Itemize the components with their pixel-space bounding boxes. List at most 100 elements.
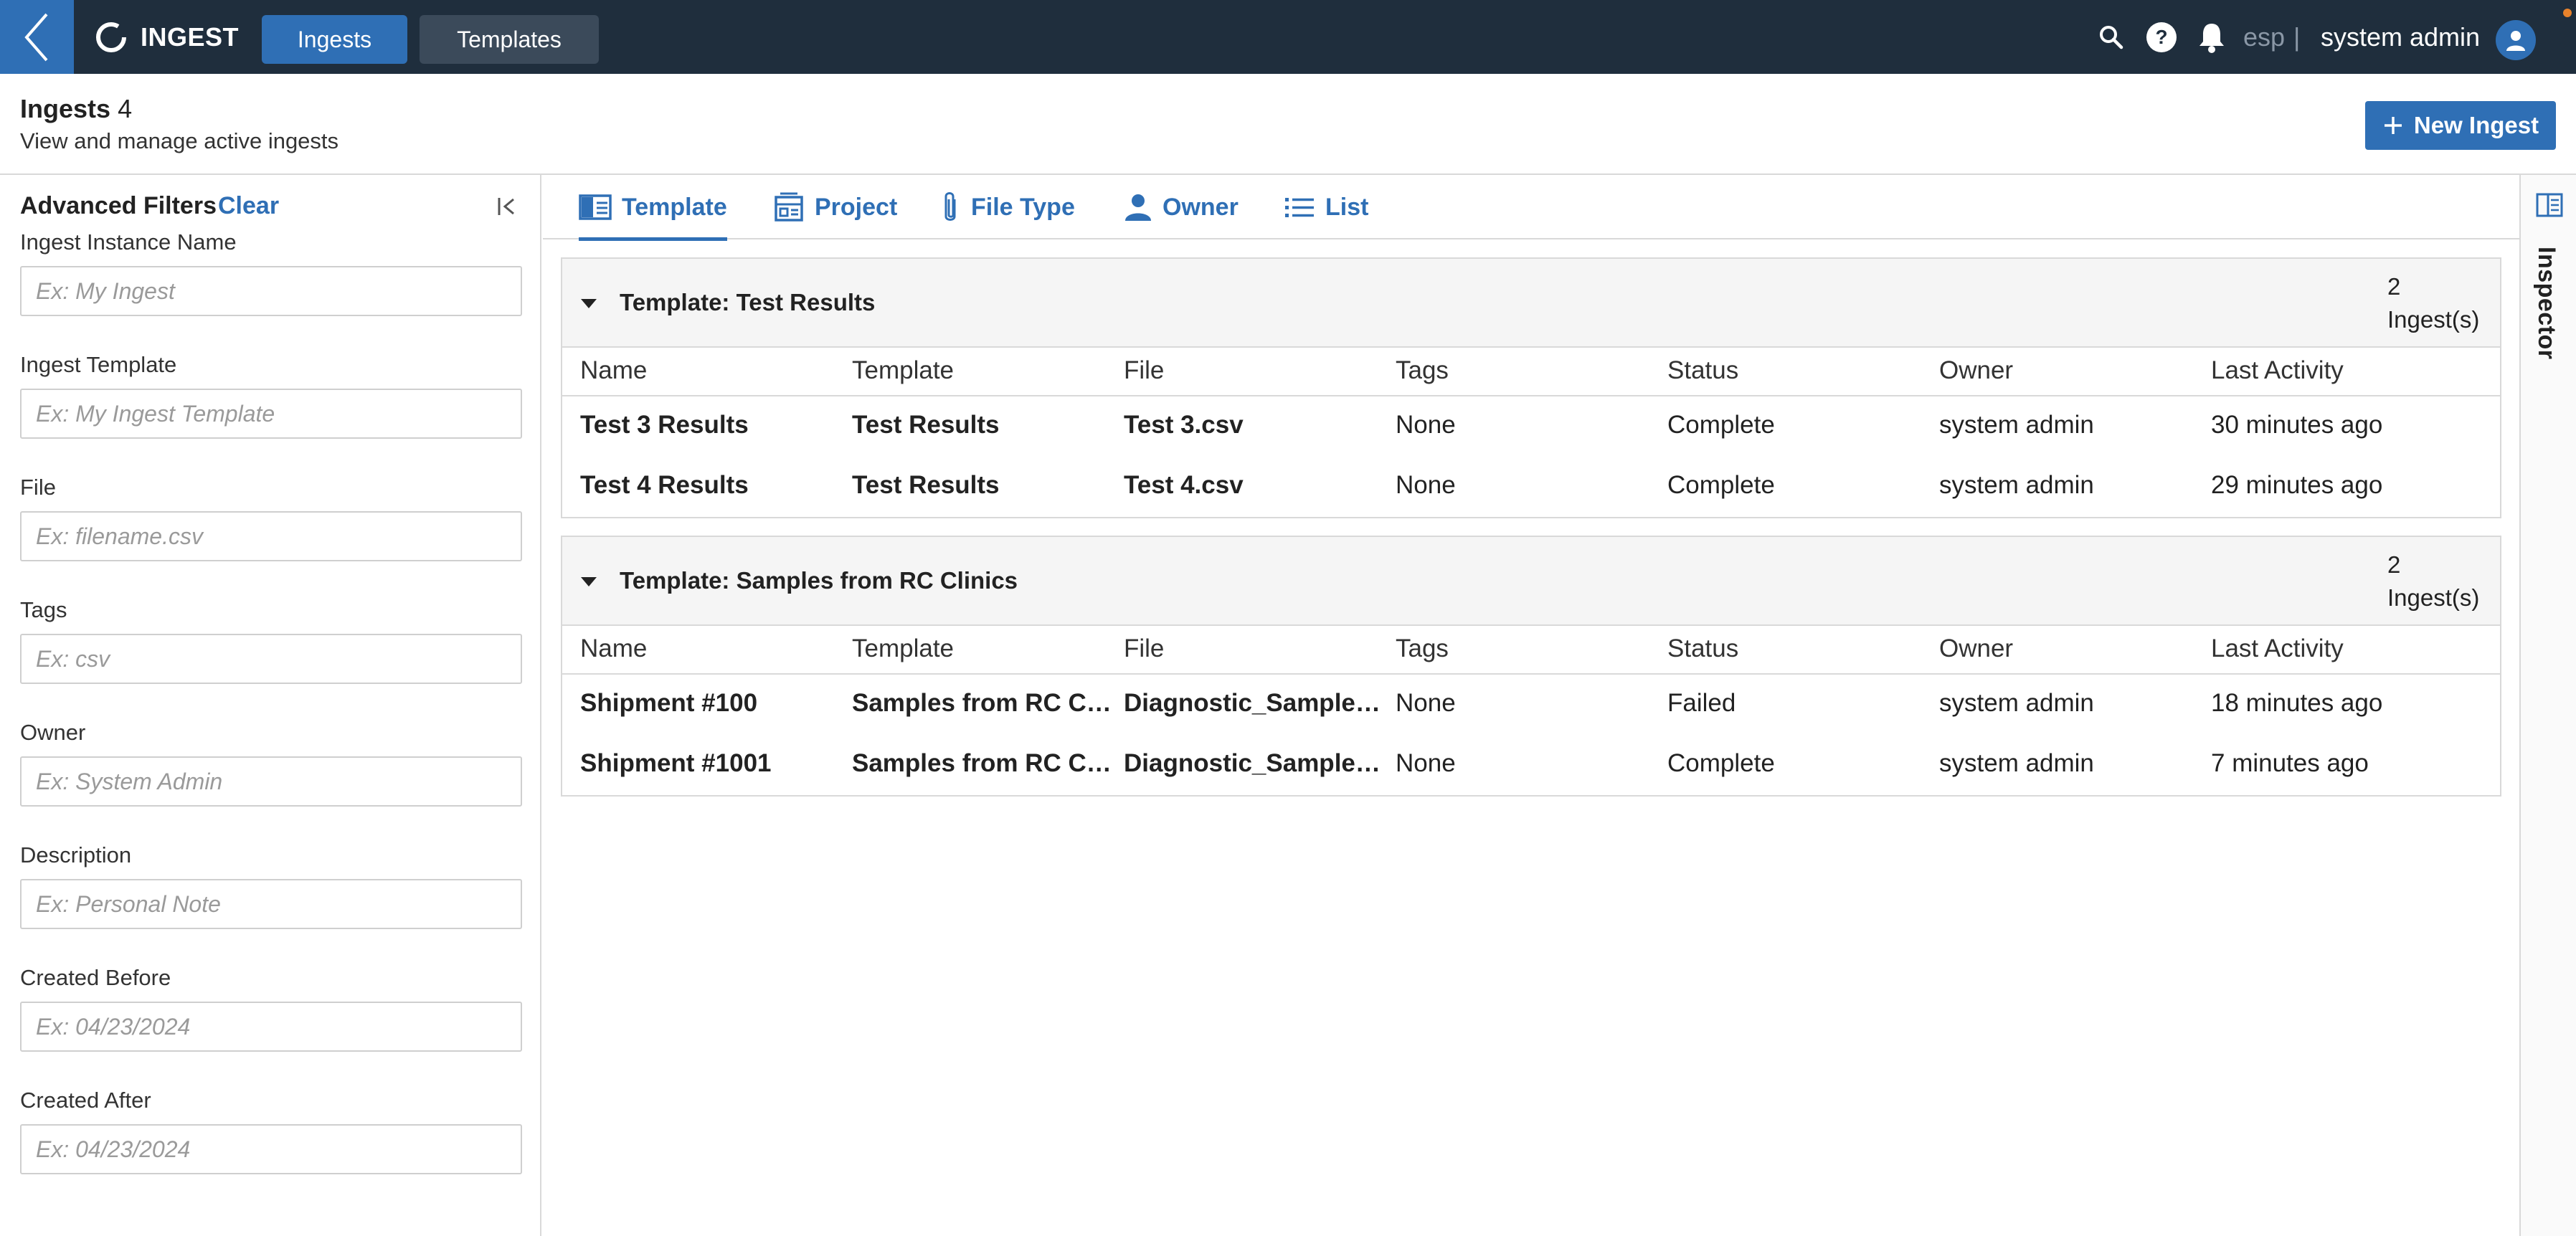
column-tags[interactable]: Tags — [1396, 356, 1449, 385]
column-file[interactable]: File — [1124, 356, 1164, 385]
tags-cell: None — [1396, 749, 1456, 777]
inspector-label[interactable]: Inspector — [2532, 247, 2560, 360]
table-row[interactable]: Shipment #100 Samples from RC Clinics Di… — [562, 675, 2500, 735]
column-tags[interactable]: Tags — [1396, 634, 1449, 663]
group-count-unit: Ingest(s) — [2387, 306, 2480, 333]
tab-owner[interactable]: Owner — [1124, 175, 1239, 239]
column-last-activity[interactable]: Last Activity — [2211, 634, 2344, 663]
owner-cell: system admin — [1939, 689, 2094, 717]
paperclip-icon — [944, 192, 956, 221]
table-row[interactable]: Test 4 Results Test Results Test 4.csv N… — [562, 457, 2500, 517]
last-activity-cell: 18 minutes ago — [2211, 689, 2383, 717]
page-header: Ingests 4 View and manage active ingests… — [0, 74, 2576, 175]
filter-label-description: Description — [20, 842, 132, 867]
page-subtitle: View and manage active ingests — [20, 128, 339, 153]
template-link[interactable]: Samples from RC Clinics — [852, 749, 1114, 778]
file-input[interactable] — [20, 511, 522, 561]
filter-label-file: File — [20, 475, 56, 500]
file-link[interactable]: Test 4.csv — [1124, 471, 1386, 500]
tab-template[interactable]: Template — [579, 175, 727, 241]
collapse-panel-icon[interactable] — [495, 194, 521, 219]
template-link[interactable]: Test Results — [852, 471, 1114, 500]
template-icon — [579, 194, 612, 220]
template-link[interactable]: Samples from RC Clinics — [852, 689, 1114, 718]
caret-down-icon[interactable] — [581, 299, 597, 308]
filter-label-created-before: Created Before — [20, 965, 171, 990]
column-status[interactable]: Status — [1667, 634, 1738, 663]
tags-input[interactable] — [20, 634, 522, 684]
column-owner[interactable]: Owner — [1939, 356, 2013, 385]
group-header[interactable]: Template: Test Results 2 Ingest(s) — [562, 259, 2500, 348]
tab-file-type[interactable]: File Type — [939, 175, 1075, 239]
filter-label-tags: Tags — [20, 597, 67, 622]
inspector-panel-icon[interactable] — [2535, 191, 2564, 219]
search-icon[interactable] — [2093, 19, 2130, 56]
status-cell: Failed — [1667, 689, 1736, 717]
owner-input[interactable] — [20, 756, 522, 807]
owner-cell: system admin — [1939, 411, 2094, 439]
back-button[interactable] — [0, 0, 74, 74]
column-name[interactable]: Name — [580, 356, 647, 385]
file-link[interactable]: Test 3.csv — [1124, 411, 1386, 439]
svg-text:?: ? — [2155, 26, 2167, 48]
group-header[interactable]: Template: Samples from RC Clinics 2 Inge… — [562, 537, 2500, 626]
workspace-label[interactable]: esp — [2243, 22, 2285, 52]
user-icon — [2506, 31, 2525, 51]
description-input[interactable] — [20, 879, 522, 929]
advanced-filters-panel: Advanced Filters Clear Ingest Instance N… — [0, 175, 541, 1236]
filters-title: Advanced Filters — [20, 192, 217, 219]
ingest-name-link[interactable]: Test 3 Results — [580, 411, 842, 439]
ingest-group-samples-from-rc-clinics: Template: Samples from RC Clinics 2 Inge… — [561, 536, 2501, 797]
inspector-panel[interactable]: Inspector — [2519, 175, 2576, 1236]
separator: | — [2293, 22, 2301, 52]
column-template[interactable]: Template — [852, 634, 954, 663]
column-file[interactable]: File — [1124, 634, 1164, 663]
column-name[interactable]: Name — [580, 634, 647, 663]
tab-project-label: Project — [815, 193, 898, 221]
app-logo[interactable]: INGEST — [93, 17, 239, 57]
tab-list[interactable]: List — [1284, 175, 1368, 239]
status-cell: Complete — [1667, 749, 1775, 777]
ingest-template-input[interactable] — [20, 389, 522, 439]
column-status[interactable]: Status — [1667, 356, 1738, 385]
tab-file-type-label: File Type — [971, 193, 1075, 221]
tab-project[interactable]: Project — [773, 175, 897, 239]
ingest-name-link[interactable]: Shipment #100 — [580, 689, 842, 718]
column-template[interactable]: Template — [852, 356, 954, 385]
nav-tab-ingests[interactable]: Ingests — [262, 15, 407, 64]
top-navigation-bar: INGEST Ingests Templates ? esp | system … — [0, 0, 2576, 74]
column-owner[interactable]: Owner — [1939, 634, 2013, 663]
clear-filters-link[interactable]: Clear — [218, 192, 279, 220]
caret-down-icon[interactable] — [581, 577, 597, 586]
new-ingest-button[interactable]: New Ingest — [2365, 101, 2556, 150]
owner-cell: system admin — [1939, 471, 2094, 499]
group-count: 2 Ingest(s) — [2387, 270, 2495, 336]
new-ingest-label: New Ingest — [2413, 112, 2539, 138]
nav-tab-templates[interactable]: Templates — [420, 15, 599, 64]
created-before-input[interactable] — [20, 1002, 522, 1052]
user-name[interactable]: system admin — [2321, 22, 2480, 52]
ingest-name-link[interactable]: Test 4 Results — [580, 471, 842, 500]
ingest-name-link[interactable]: Shipment #1001 — [580, 749, 842, 778]
table-row[interactable]: Test 3 Results Test Results Test 3.csv N… — [562, 396, 2500, 457]
group-count-number: 2 — [2387, 273, 2401, 300]
created-after-input[interactable] — [20, 1124, 522, 1174]
ingest-count: 4 — [118, 94, 133, 123]
template-link[interactable]: Test Results — [852, 411, 1114, 439]
ingest-instance-name-input[interactable] — [20, 266, 522, 316]
owner-cell: system admin — [1939, 749, 2094, 777]
tab-template-label: Template — [622, 193, 727, 221]
table-row[interactable]: Shipment #1001 Samples from RC Clinics D… — [562, 735, 2500, 795]
file-link[interactable]: Diagnostic_Samples.csv — [1124, 689, 1386, 718]
tab-owner-label: Owner — [1162, 193, 1239, 221]
chevron-left-icon — [24, 13, 48, 61]
avatar[interactable] — [2496, 20, 2536, 60]
file-link[interactable]: Diagnostic_Samples.csv — [1124, 749, 1386, 778]
tags-cell: None — [1396, 411, 1456, 439]
person-icon — [1125, 194, 1151, 221]
ingest-group-test-results: Template: Test Results 2 Ingest(s) Name … — [561, 257, 2501, 518]
column-last-activity[interactable]: Last Activity — [2211, 356, 2344, 385]
notifications-bell-icon[interactable] — [2193, 19, 2230, 56]
notification-dot — [2563, 9, 2572, 17]
help-icon[interactable]: ? — [2143, 19, 2180, 56]
